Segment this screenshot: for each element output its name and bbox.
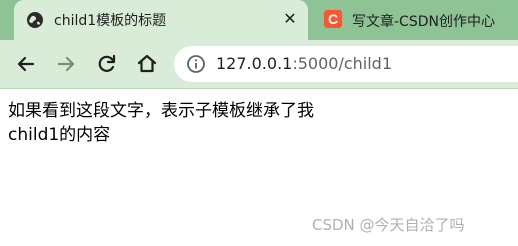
tab-child1[interactable]: child1模板的标题 ✕	[14, 0, 308, 40]
tab-title: 写文章-CSDN创作中心	[352, 14, 495, 30]
address-bar[interactable]: 127.0.0.1:5000/child1	[174, 46, 518, 82]
tab-title: child1模板的标题	[54, 13, 167, 29]
page-content: 如果看到这段文字，表示子模板继承了我 child1的内容	[8, 99, 508, 147]
globe-icon	[27, 12, 43, 28]
url-text[interactable]: 127.0.0.1:5000/child1	[216, 54, 392, 73]
info-icon[interactable]	[186, 54, 206, 74]
arrow-right-icon[interactable]	[54, 52, 78, 76]
reload-icon[interactable]	[95, 52, 119, 76]
csdn-logo-icon: C	[324, 10, 342, 28]
content-line-2: child1的内容	[8, 125, 111, 145]
url-host: 127.0.0.1	[216, 54, 293, 73]
arrow-left-icon[interactable]	[14, 52, 38, 76]
url-path: :5000/child1	[292, 54, 393, 73]
tab-strip: child1模板的标题 ✕ C 写文章-CSDN创作中心	[0, 0, 518, 40]
content-line-1: 如果看到这段文字，表示子模板继承了我	[8, 101, 314, 121]
browser-toolbar: 127.0.0.1:5000/child1	[0, 40, 518, 89]
csdn-watermark: CSDN @今天自洽了吗	[312, 216, 465, 234]
home-icon[interactable]	[135, 52, 159, 76]
tab-csdn-editor[interactable]: C 写文章-CSDN创作中心	[316, 0, 518, 40]
close-tab-icon[interactable]: ✕	[280, 9, 300, 29]
